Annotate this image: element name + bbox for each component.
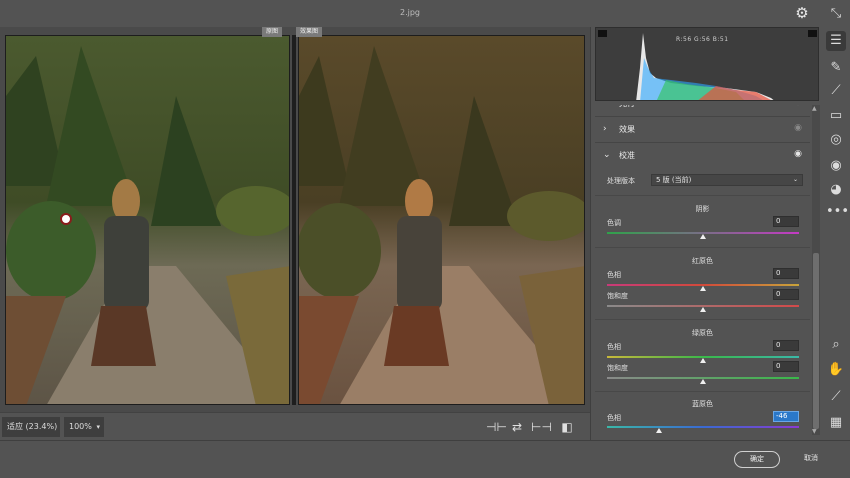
section-effects[interactable]: › 效果 ◉	[595, 117, 810, 143]
edit-sliders-icon[interactable]: ☰	[826, 31, 846, 51]
divider	[595, 247, 810, 248]
shadow-tint-thumb[interactable]	[700, 234, 706, 239]
swap-icon[interactable]: ⇄	[509, 419, 525, 435]
presets-icon[interactable]: ◕	[826, 180, 846, 200]
divider	[595, 391, 810, 392]
effects-label: 效果	[619, 125, 635, 134]
green-hue-value[interactable]: 0	[773, 340, 799, 351]
eye-icon[interactable]: ◉	[794, 149, 802, 159]
panel-scrollbar[interactable]: ▲ ▼	[812, 105, 820, 435]
cancel-button[interactable]: 取消	[797, 451, 825, 468]
zoom-cursor-icon	[60, 213, 72, 225]
section-calibration[interactable]: ⌄ 校准 ◉	[595, 143, 810, 169]
before-image[interactable]	[5, 35, 290, 405]
shadows-title: 阴影	[695, 205, 710, 213]
red-hue-thumb[interactable]	[700, 286, 706, 291]
red-sat-value[interactable]: 0	[773, 289, 799, 300]
red-hue-value[interactable]: 0	[773, 268, 799, 279]
panel-sections: › 光行 ◉ › 效果 ◉ ⌄ 校准 ◉ 处理版本 5 版 (当前) ⌄ 阴影	[595, 105, 810, 435]
toggle-view-icon[interactable]: ◧	[559, 419, 575, 435]
section-prev[interactable]: › 光行 ◉	[595, 105, 810, 117]
blue-hue-value[interactable]: -46	[773, 411, 799, 422]
process-version-value: 5 版 (当前)	[656, 176, 692, 184]
preview-toolbar: 适应 (23.4%) 100% ▾ ⊣⊢ ⇄ ⊢⊣ ◧	[0, 412, 590, 440]
red-primary-title: 红原色	[692, 257, 713, 265]
green-hue-label: 色相	[607, 343, 621, 351]
red-hue-label: 色相	[607, 271, 621, 279]
chevron-right-icon: ›	[603, 124, 607, 134]
section-prev-label: 光行	[619, 105, 635, 109]
before-after-view-icon[interactable]: ⊣⊢	[486, 419, 507, 435]
fit-zoom-button[interactable]: 适应 (23.4%)	[2, 417, 60, 437]
shadow-tint-value[interactable]: 0	[773, 216, 799, 227]
adjustment-panel: R:56 G:56 B:51 › 光行 ◉ › 效果 ◉ ⌄ 校准 ◉ 处理版本…	[590, 27, 822, 440]
green-sat-label: 饱和度	[607, 364, 628, 372]
eyedropper-icon[interactable]: ⟋	[826, 387, 846, 407]
blue-hue-label: 色相	[607, 414, 621, 422]
rgb-readout: R:56 G:56 B:51	[676, 36, 729, 43]
hand-icon[interactable]: ✋	[826, 360, 846, 380]
ok-button[interactable]: 确定	[734, 451, 780, 468]
zoom-icon[interactable]: ⌕	[826, 335, 846, 355]
scroll-up-icon[interactable]: ▲	[812, 105, 817, 112]
after-image[interactable]	[298, 35, 585, 405]
title-bar: 2.jpg ⚙	[0, 0, 850, 27]
dialog-footer: 确定 取消	[0, 440, 850, 478]
minimize-icon[interactable]: ⤡	[826, 4, 846, 24]
green-hue-thumb[interactable]	[700, 358, 706, 363]
scroll-down-icon[interactable]: ▼	[812, 428, 817, 435]
green-sat-thumb[interactable]	[700, 379, 706, 384]
image-preview: 原图 效果图	[0, 27, 590, 412]
chevron-down-icon: ▾	[96, 423, 100, 431]
before-tag: 原图	[262, 27, 283, 37]
zoom-select[interactable]: 100% ▾	[64, 417, 104, 437]
split-divider[interactable]	[292, 35, 296, 405]
shadow-tint-label: 色调	[607, 219, 621, 227]
grid-icon[interactable]: ▦	[826, 413, 846, 433]
brush-icon[interactable]: ⟋	[826, 81, 846, 101]
more-icon[interactable]: •••	[826, 202, 849, 222]
chevron-right-icon: ›	[603, 105, 607, 108]
highlight-clip-icon[interactable]	[808, 30, 817, 37]
green-sat-value[interactable]: 0	[773, 361, 799, 372]
copy-settings-icon[interactable]: ⊢⊣	[531, 419, 552, 435]
zoom-value: 100%	[69, 422, 92, 431]
gear-icon[interactable]: ⚙	[795, 6, 809, 21]
scroll-thumb[interactable]	[813, 253, 819, 429]
eye-icon[interactable]: ◉	[794, 105, 802, 107]
healing-icon[interactable]: ✎	[826, 58, 846, 78]
blue-primary-title: 蓝原色	[692, 400, 713, 408]
chevron-down-icon: ⌄	[603, 150, 611, 160]
gradient-icon[interactable]: ▭	[826, 106, 846, 126]
chevron-down-icon: ⌄	[792, 176, 798, 183]
red-sat-thumb[interactable]	[700, 307, 706, 312]
camera-raw-window: 2.jpg ⚙ 原图 效果图 适应 (23.4%) 100% ▾ ⊣⊢ ⇄ ⊢⊣…	[0, 0, 850, 478]
blue-hue-thumb[interactable]	[655, 428, 662, 433]
divider	[595, 319, 810, 320]
eye-icon[interactable]: ◉	[794, 123, 802, 133]
redeye-icon[interactable]: ◉	[826, 156, 846, 176]
histogram: R:56 G:56 B:51	[595, 27, 819, 101]
tool-strip: ⤡ ☰ ✎ ⟋ ▭ ◎ ◉ ◕ ••• ⌕ ✋ ⟋ ▦	[822, 0, 850, 440]
after-tag: 效果图	[296, 27, 323, 37]
green-primary-title: 绿原色	[692, 329, 713, 337]
blue-hue-slider[interactable]	[607, 426, 799, 428]
radial-filter-icon[interactable]: ◎	[826, 130, 846, 150]
process-version-label: 处理版本	[607, 177, 635, 185]
red-sat-label: 饱和度	[607, 292, 628, 300]
calibration-label: 校准	[619, 151, 635, 160]
process-version-select[interactable]: 5 版 (当前) ⌄	[651, 174, 803, 186]
window-title: 2.jpg	[399, 8, 420, 17]
divider	[595, 195, 810, 196]
shadow-clip-icon[interactable]	[598, 30, 607, 37]
